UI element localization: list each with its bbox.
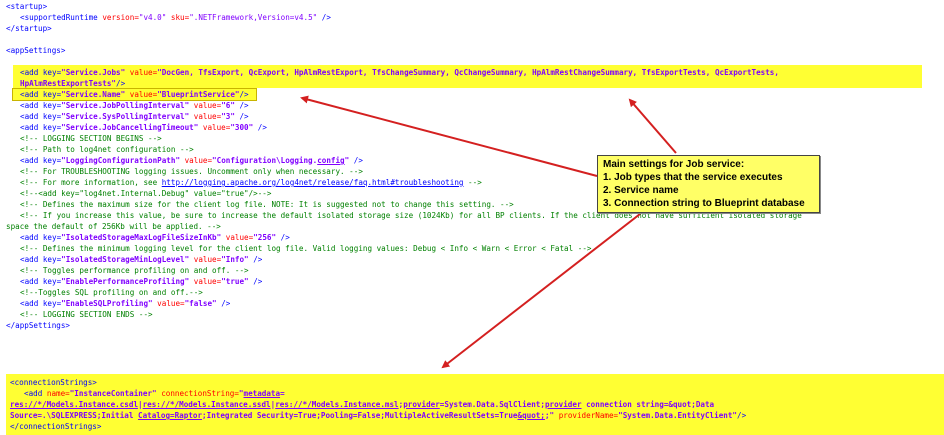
note-item: 2. Service name <box>603 185 679 196</box>
callout-note: Main settings for Job service: 1. Job ty… <box>597 155 820 213</box>
arrow-to-service-name <box>300 95 598 177</box>
note-title: Main settings for Job service: <box>603 159 745 170</box>
note-item: 3. Connection string to Blueprint databa… <box>603 198 805 209</box>
note-item: 1. Job types that the service executes <box>603 172 783 183</box>
arrow-to-service-jobs <box>628 98 677 154</box>
annotation-arrows <box>300 95 677 369</box>
arrow-to-connection-string <box>441 213 641 369</box>
